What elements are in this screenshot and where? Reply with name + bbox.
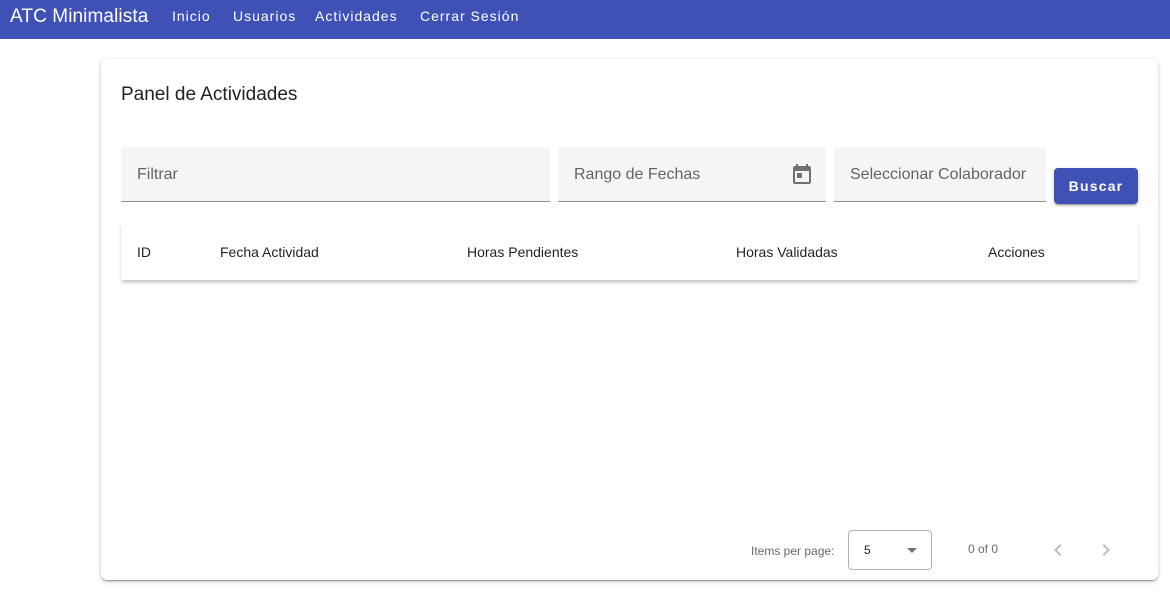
page-range-label: 0 of 0: [968, 542, 999, 556]
nav-link-actividades[interactable]: Actividades: [315, 8, 398, 24]
column-header-acciones[interactable]: Acciones: [988, 244, 1045, 260]
column-header-fecha-actividad[interactable]: Fecha Actividad: [220, 244, 319, 260]
page-size-select[interactable]: 5: [848, 530, 932, 570]
date-range-field[interactable]: Rango de Fechas: [558, 147, 826, 202]
app-brand[interactable]: ATC Minimalista: [10, 6, 148, 28]
collaborator-select[interactable]: Seleccionar Colaborador: [834, 147, 1046, 202]
column-header-id[interactable]: ID: [137, 244, 151, 260]
calendar-icon[interactable]: [790, 162, 814, 186]
page-title: Panel de Actividades: [121, 84, 298, 105]
page-size-value: 5: [864, 543, 871, 557]
column-header-horas-validadas[interactable]: Horas Validadas: [736, 244, 838, 260]
activities-card: Panel de Actividades Filtrar Rango de Fe…: [101, 59, 1158, 580]
activities-table-header: ID Fecha Actividad Horas Pendientes Hora…: [121, 222, 1138, 280]
collaborator-select-label: Seleccionar Colaborador: [850, 166, 1027, 183]
nav-link-usuarios[interactable]: Usuarios: [233, 8, 296, 24]
caret-down-icon: [907, 548, 917, 553]
items-per-page-label: Items per page:: [751, 544, 835, 558]
chevron-right-icon[interactable]: [1094, 538, 1118, 562]
top-toolbar: ATC Minimalista Inicio Usuarios Activida…: [0, 0, 1170, 39]
nav-link-inicio[interactable]: Inicio: [172, 8, 211, 24]
table-paginator: Items per page: 5 0 of 0: [101, 530, 1158, 580]
nav-link-cerrar-sesion[interactable]: Cerrar Sesión: [420, 8, 519, 24]
date-range-label: Rango de Fechas: [574, 166, 701, 183]
search-button[interactable]: Buscar: [1054, 168, 1138, 204]
chevron-left-icon[interactable]: [1046, 538, 1070, 562]
filter-input-label: Filtrar: [137, 166, 178, 183]
column-header-horas-pendientes[interactable]: Horas Pendientes: [467, 244, 578, 260]
filter-input[interactable]: Filtrar: [121, 147, 550, 202]
